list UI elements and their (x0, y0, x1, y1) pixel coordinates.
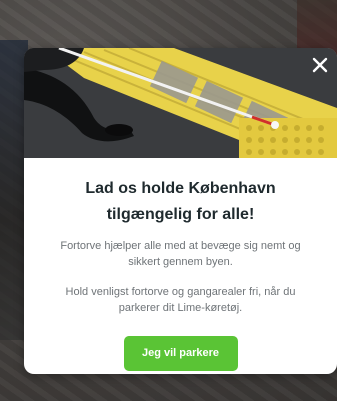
modal-paragraph-1: Fortorve hjælper alle med at bevæge sig … (60, 240, 301, 268)
modal-paragraph-2: Hold venligst fortorve og gangarealer fr… (65, 286, 296, 314)
park-correctly-button[interactable]: Jeg vil parkere korrekt (123, 336, 238, 371)
accessibility-modal: Lad os holde København tilgængelig for a… (24, 48, 337, 374)
app-screen: Lad os holde København tilgængelig for a… (0, 0, 337, 401)
hero-image (24, 48, 337, 158)
close-icon[interactable] (311, 56, 329, 74)
modal-content: Lad os holde København tilgængelig for a… (24, 176, 337, 374)
modal-title: Lad os holde København tilgængelig for a… (85, 180, 276, 223)
tactile-paving-illustration (24, 48, 337, 158)
